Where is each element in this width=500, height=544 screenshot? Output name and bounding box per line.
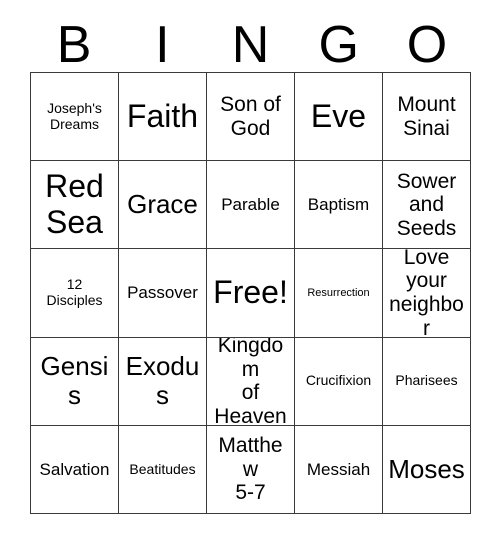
bingo-cell-sower-and-seeds[interactable]: Sower and Seeds [383,161,471,250]
bingo-cell-label: Pharisees [395,372,458,389]
bingo-header-letter-o: O [406,16,448,74]
bingo-cell-crucifixion[interactable]: Crucifixion [295,337,383,426]
bingo-cell-label: Faith [126,97,199,134]
bingo-cell-label: Son of God [220,93,281,140]
bingo-cell-label: Exodus [125,351,200,411]
bingo-cell-salvation[interactable]: Salvation [31,425,119,514]
bingo-cell-label: Resurrection [307,286,370,299]
bingo-cell-label: Grace [127,189,198,220]
bingo-cell-label: Gensis [40,351,109,411]
bingo-cell-son-of-god[interactable]: Son of God [207,73,295,162]
bingo-grid: Joseph's Dreams Faith Son of God Eve Mou… [30,72,471,514]
bingo-cell-free-space[interactable]: Free! [207,249,295,338]
bingo-cell-label: Crucifixion [305,372,372,389]
bingo-cell-label: Mount Sinai [397,93,456,140]
bingo-cell-baptism[interactable]: Baptism [295,161,383,250]
bingo-cell-beatitudes[interactable]: Beatitudes [119,425,207,514]
bingo-cell-faith[interactable]: Faith [119,73,207,162]
bingo-cell-12-disciples[interactable]: 12 Disciples [31,249,119,338]
bingo-card: B I N G O Joseph's Dreams Faith Son of G… [0,0,500,544]
bingo-cell-label: Free! [213,274,288,311]
bingo-cell-red-sea[interactable]: Red Sea [31,161,119,250]
bingo-cell-label: Matthew 5-7 [218,434,283,505]
bingo-cell-label: Moses [388,453,465,484]
bingo-cell-parable[interactable]: Parable [207,161,295,250]
bingo-cell-label: Beatitudes [129,460,196,477]
bingo-cell-gensis[interactable]: Gensis [31,337,119,426]
bingo-cell-label: Love your neighbor [389,249,464,338]
bingo-cell-label: Messiah [306,459,371,479]
bingo-cell-label: Baptism [307,195,370,215]
bingo-cell-label: Salvation [39,459,110,479]
bingo-cell-grace[interactable]: Grace [119,161,207,250]
bingo-cell-pharisees[interactable]: Pharisees [383,337,471,426]
bingo-header-letter-i: I [155,16,170,74]
bingo-cell-label: Joseph's Dreams [47,99,102,132]
bingo-cell-label: Red Sea [45,167,104,240]
bingo-cell-josephs-dreams[interactable]: Joseph's Dreams [31,73,119,162]
bingo-cell-label: Kingdom of Heaven [214,337,287,426]
bingo-cell-messiah[interactable]: Messiah [295,425,383,514]
bingo-cell-mount-sinai[interactable]: Mount Sinai [383,73,471,162]
bingo-cell-love-your-neighbor[interactable]: Love your neighbor [383,249,471,338]
bingo-header-row: B I N G O [30,18,471,72]
bingo-cell-matthew-5-7[interactable]: Matthew 5-7 [207,425,295,514]
bingo-cell-eve[interactable]: Eve [295,73,383,162]
bingo-cell-label: Parable [221,195,280,215]
bingo-cell-resurrection[interactable]: Resurrection [295,249,383,338]
bingo-cell-exodus[interactable]: Exodus [119,337,207,426]
bingo-cell-moses[interactable]: Moses [383,425,471,514]
bingo-header-letter-n: N [231,16,270,74]
bingo-header-letter-b: B [56,16,92,74]
bingo-cell-passover[interactable]: Passover [119,249,207,338]
bingo-cell-label: Sower and Seeds [396,169,457,240]
bingo-cell-label: Eve [310,97,367,134]
bingo-cell-label: 12 Disciples [46,276,103,308]
bingo-cell-label: Passover [127,283,198,303]
bingo-header-letter-g: G [318,16,359,74]
bingo-cell-kingdom-of-heaven[interactable]: Kingdom of Heaven [207,337,295,426]
